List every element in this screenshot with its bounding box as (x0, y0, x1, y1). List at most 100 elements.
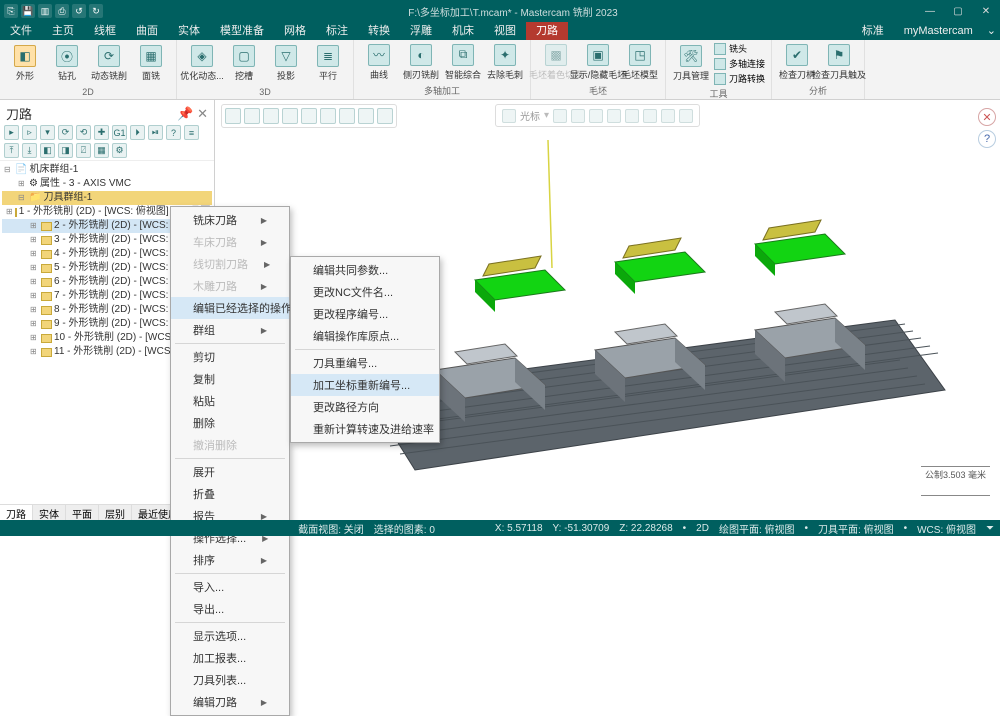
tp-tb-icon[interactable]: ◨ (58, 143, 73, 158)
tp-tb-icon[interactable]: ⍁ (76, 143, 91, 158)
tp-tb-icon[interactable]: ⏯ (148, 125, 163, 140)
panel-pin-icon[interactable]: 📌 ✕ (177, 106, 208, 122)
menu-transform[interactable]: 转换 (358, 22, 400, 40)
tp-tb-icon[interactable]: ▦ (94, 143, 109, 158)
context-menu-item[interactable]: 重新计算转速及进给速率 (291, 418, 439, 440)
tree-properties[interactable]: ⊞⚙ 属性 - 3 - AXIS VMC (2, 177, 212, 191)
rbtn-head[interactable]: 铣头 (714, 42, 765, 55)
tp-tb-icon[interactable]: ◧ (40, 143, 55, 158)
menu-wireframe[interactable]: 线框 (84, 22, 126, 40)
tp-tb-icon[interactable]: ⚙ (112, 143, 127, 158)
tree-tool-group[interactable]: ⊟📁 刀具群组-1 (2, 191, 212, 205)
status-mode[interactable]: 2D (696, 523, 709, 534)
context-menu-item[interactable]: 显示选项... (171, 625, 289, 647)
context-menu-item[interactable]: 复制 (171, 368, 289, 390)
menu-home[interactable]: 主页 (42, 22, 84, 40)
menu-file[interactable]: 文件 (0, 22, 42, 40)
rbtn-smart[interactable]: ⧉智能综合 (444, 44, 482, 81)
menu-standard[interactable]: 标准 (852, 22, 894, 40)
rbtn-project[interactable]: ▽投影 (267, 45, 305, 82)
tp-tb-icon[interactable]: G1 (112, 125, 127, 140)
context-menu-item[interactable]: 更改路径方向 (291, 396, 439, 418)
rbtn-pathxform[interactable]: 刀路转换 (714, 72, 765, 85)
tp-tb-icon[interactable]: ⟳ (58, 125, 73, 140)
minimize-button[interactable]: — (920, 6, 940, 17)
rbtn-face[interactable]: ▦面铣 (132, 45, 170, 82)
context-menu-item[interactable]: 铣床刀路 (171, 209, 289, 231)
tp-tb-icon[interactable]: ⟲ (76, 125, 91, 140)
context-menu-item[interactable]: 导出... (171, 598, 289, 620)
tree-machine-group[interactable]: ⊟📄 机床群组-1 (2, 163, 212, 177)
menu-toolpaths[interactable]: 刀路 (526, 22, 568, 40)
tab-levels[interactable]: 层别 (99, 505, 132, 520)
rbtn-pocket[interactable]: ▢挖槽 (225, 45, 263, 82)
menu-mymastercam[interactable]: myMastercam (894, 22, 983, 40)
rbtn-multilink[interactable]: 多轴连接 (714, 57, 765, 70)
close-button[interactable]: ✕ (976, 6, 996, 17)
tp-tb-icon[interactable]: ⤓ (22, 143, 37, 158)
context-menu-item[interactable]: 导入... (171, 576, 289, 598)
context-menu-item[interactable]: 编辑共同参数... (291, 259, 439, 281)
qat-save-icon[interactable]: 💾 (21, 4, 35, 18)
rbtn-dynamic[interactable]: ⟳动态铣削 (90, 45, 128, 82)
menu-surface[interactable]: 曲面 (126, 22, 168, 40)
context-menu-item[interactable]: 加工坐标重新编号... (291, 374, 439, 396)
menu-relief[interactable]: 浮雕 (400, 22, 442, 40)
tp-tb-icon[interactable]: ≡ (184, 125, 199, 140)
context-menu-item[interactable]: 更改NC文件名... (291, 281, 439, 303)
menu-solid[interactable]: 实体 (168, 22, 210, 40)
rbtn-swarf[interactable]: ◐侧刃铣削 (402, 44, 440, 81)
context-menu-item[interactable]: 剪切 (171, 346, 289, 368)
qat-redo-icon[interactable]: ↻ (89, 4, 103, 18)
rbtn-curve[interactable]: 〰曲线 (360, 44, 398, 81)
rbtn-contour[interactable]: ◧外形 (6, 45, 44, 82)
context-menu-item[interactable]: 折叠 (171, 483, 289, 505)
context-menu-item[interactable]: 编辑刀路 (171, 691, 289, 713)
context-menu-item[interactable]: 删除 (171, 412, 289, 434)
rbtn-stockmodel[interactable]: ◳毛坯模型 (621, 44, 659, 81)
rbtn-toolmgr[interactable]: 🛠刀具管理 (672, 45, 710, 82)
context-menu-item[interactable]: 更改程序编号... (291, 303, 439, 325)
tp-tb-icon[interactable]: ⤒ (4, 143, 19, 158)
menu-machine[interactable]: 机床 (442, 22, 484, 40)
tp-tb-icon[interactable]: ✚ (94, 125, 109, 140)
context-menu-item[interactable]: 粘贴 (171, 390, 289, 412)
context-menu-item[interactable]: 群组 (171, 319, 289, 341)
rbtn-stockvis[interactable]: ▣显示/隐藏毛坯 (579, 44, 617, 81)
tp-tb-icon[interactable]: ▾ (40, 125, 55, 140)
tp-tb-icon[interactable]: ▸ (4, 125, 19, 140)
tp-tb-icon[interactable]: ⏵ (130, 125, 145, 140)
rbtn-parallel[interactable]: ≣平行 (309, 45, 347, 82)
context-menu-item[interactable]: 编辑已经选择的操作 (171, 297, 289, 319)
rbtn-checkreach[interactable]: ⚑检查刀具触及 (820, 44, 858, 81)
menu-modelprep[interactable]: 模型准备 (210, 22, 274, 40)
status-tplane[interactable]: 刀具平面: 俯视图 (818, 521, 894, 536)
tab-toolpaths[interactable]: 刀路 (0, 505, 33, 520)
status-dropdown-icon[interactable]: ⏷ (986, 523, 994, 534)
menu-view[interactable]: 视图 (484, 22, 526, 40)
maximize-button[interactable]: ▢ (948, 6, 968, 17)
qat-print-icon[interactable]: ⎙ (55, 4, 69, 18)
qat-new-icon[interactable]: ⎘ (4, 4, 18, 18)
context-menu-item[interactable]: 编辑操作库原点... (291, 325, 439, 347)
status-gplane[interactable]: 绘图平面: 俯视图 (719, 521, 795, 536)
qat-undo-icon[interactable]: ↺ (72, 4, 86, 18)
context-menu-item[interactable]: 加工报表... (171, 647, 289, 669)
status-wcs[interactable]: WCS: 俯视图 (917, 521, 976, 536)
rbtn-deburr[interactable]: ✦去除毛刺 (486, 44, 524, 81)
tab-planes[interactable]: 平面 (66, 505, 99, 520)
context-menu-item[interactable]: 排序 (171, 549, 289, 571)
status-section[interactable]: 截面视图: 关闭 (298, 521, 364, 536)
rbtn-optimize[interactable]: ◈优化动态... (183, 45, 221, 82)
tp-tb-icon[interactable]: ▹ (22, 125, 37, 140)
qat-split-icon[interactable]: ▥ (38, 4, 52, 18)
menu-mesh[interactable]: 网格 (274, 22, 316, 40)
context-menu-item[interactable]: 刀具重编号... (291, 352, 439, 374)
context-menu-item[interactable]: 刀具列表... (171, 669, 289, 691)
menu-annotate[interactable]: 标注 (316, 22, 358, 40)
tab-solids[interactable]: 实体 (33, 505, 66, 520)
menu-chevron-icon[interactable]: ⌄ (983, 22, 1000, 40)
rbtn-drill[interactable]: ⦿钻孔 (48, 45, 86, 82)
tp-tb-icon[interactable]: ? (166, 125, 181, 140)
rbtn-checkholder[interactable]: ✔检查刀柄 (778, 44, 816, 81)
